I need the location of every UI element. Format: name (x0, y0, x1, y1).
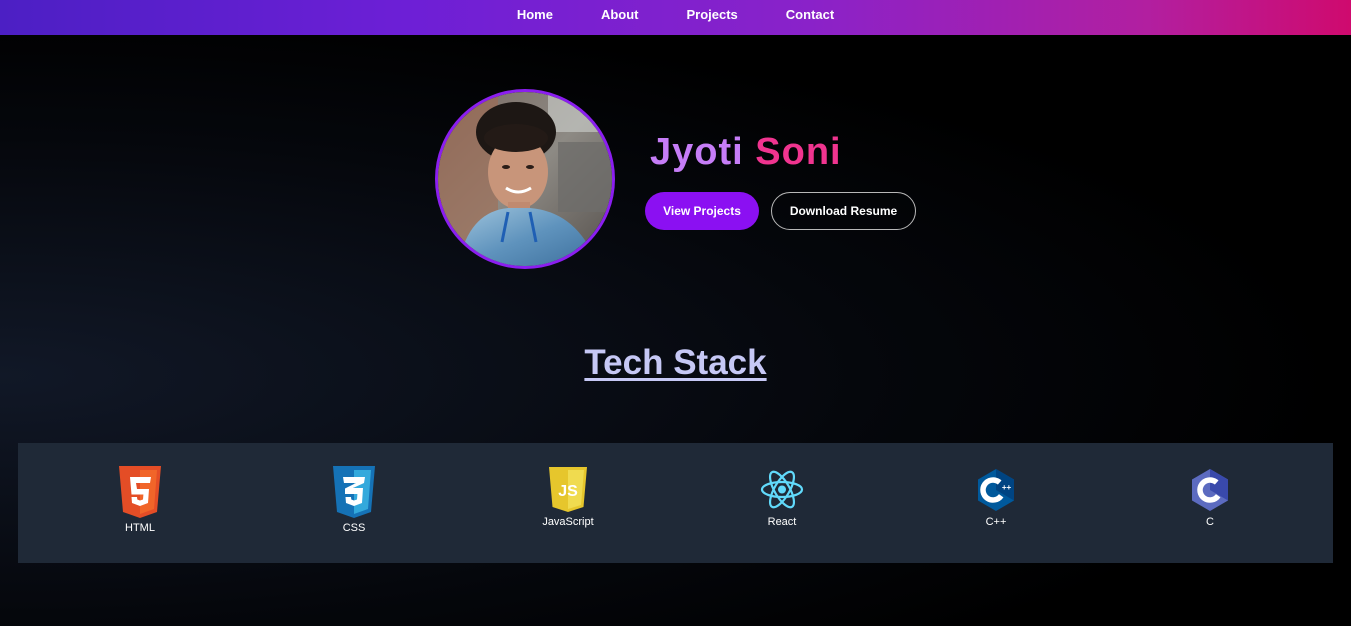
download-resume-button[interactable]: Download Resume (771, 192, 916, 230)
tech-item-cplusplus: ++ C++ (926, 468, 1066, 528)
tech-item-react: React (712, 467, 852, 528)
cplusplus-icon: ++ (978, 469, 1014, 511)
html5-icon (119, 466, 161, 518)
tech-label-css: CSS (342, 522, 366, 534)
tech-label-html: HTML (125, 522, 155, 534)
nav-link-about[interactable]: About (601, 7, 639, 22)
tech-stack-title: Tech Stack (584, 343, 767, 382)
hero-first-name: Jyoti (650, 131, 744, 173)
portfolio-page: Home About Projects Contact Jyoti Soni V… (0, 0, 1351, 626)
tech-item-css: CSS (284, 466, 424, 534)
hero-last-name: Soni (755, 131, 842, 173)
nav-link-home[interactable]: Home (517, 7, 553, 22)
tech-label-react: React (767, 516, 797, 528)
nav-link-contact[interactable]: Contact (786, 7, 834, 22)
tech-label-cplusplus: C++ (985, 516, 1007, 528)
c-language-icon (1192, 469, 1228, 511)
react-icon (760, 470, 804, 509)
javascript-icon: JS (549, 467, 587, 512)
tech-label-javascript: JavaScript (542, 516, 594, 528)
css3-icon (333, 466, 375, 518)
tech-item-html: HTML (70, 466, 210, 534)
tech-item-c: C (1140, 468, 1280, 528)
tech-label-c: C (1206, 516, 1214, 528)
profile-avatar (435, 89, 615, 269)
tech-stack-panel: HTML CSS JS JavaScript React ++ C++ C (18, 443, 1333, 563)
tech-item-javascript: JS JavaScript (498, 467, 638, 528)
svg-text:++: ++ (1002, 483, 1012, 492)
top-navbar: Home About Projects Contact (0, 0, 1351, 35)
view-projects-button[interactable]: View Projects (645, 192, 759, 230)
svg-text:JS: JS (558, 483, 578, 500)
nav-link-projects[interactable]: Projects (686, 7, 737, 22)
profile-photo (438, 92, 612, 266)
hero-name: Jyoti Soni (650, 131, 842, 174)
